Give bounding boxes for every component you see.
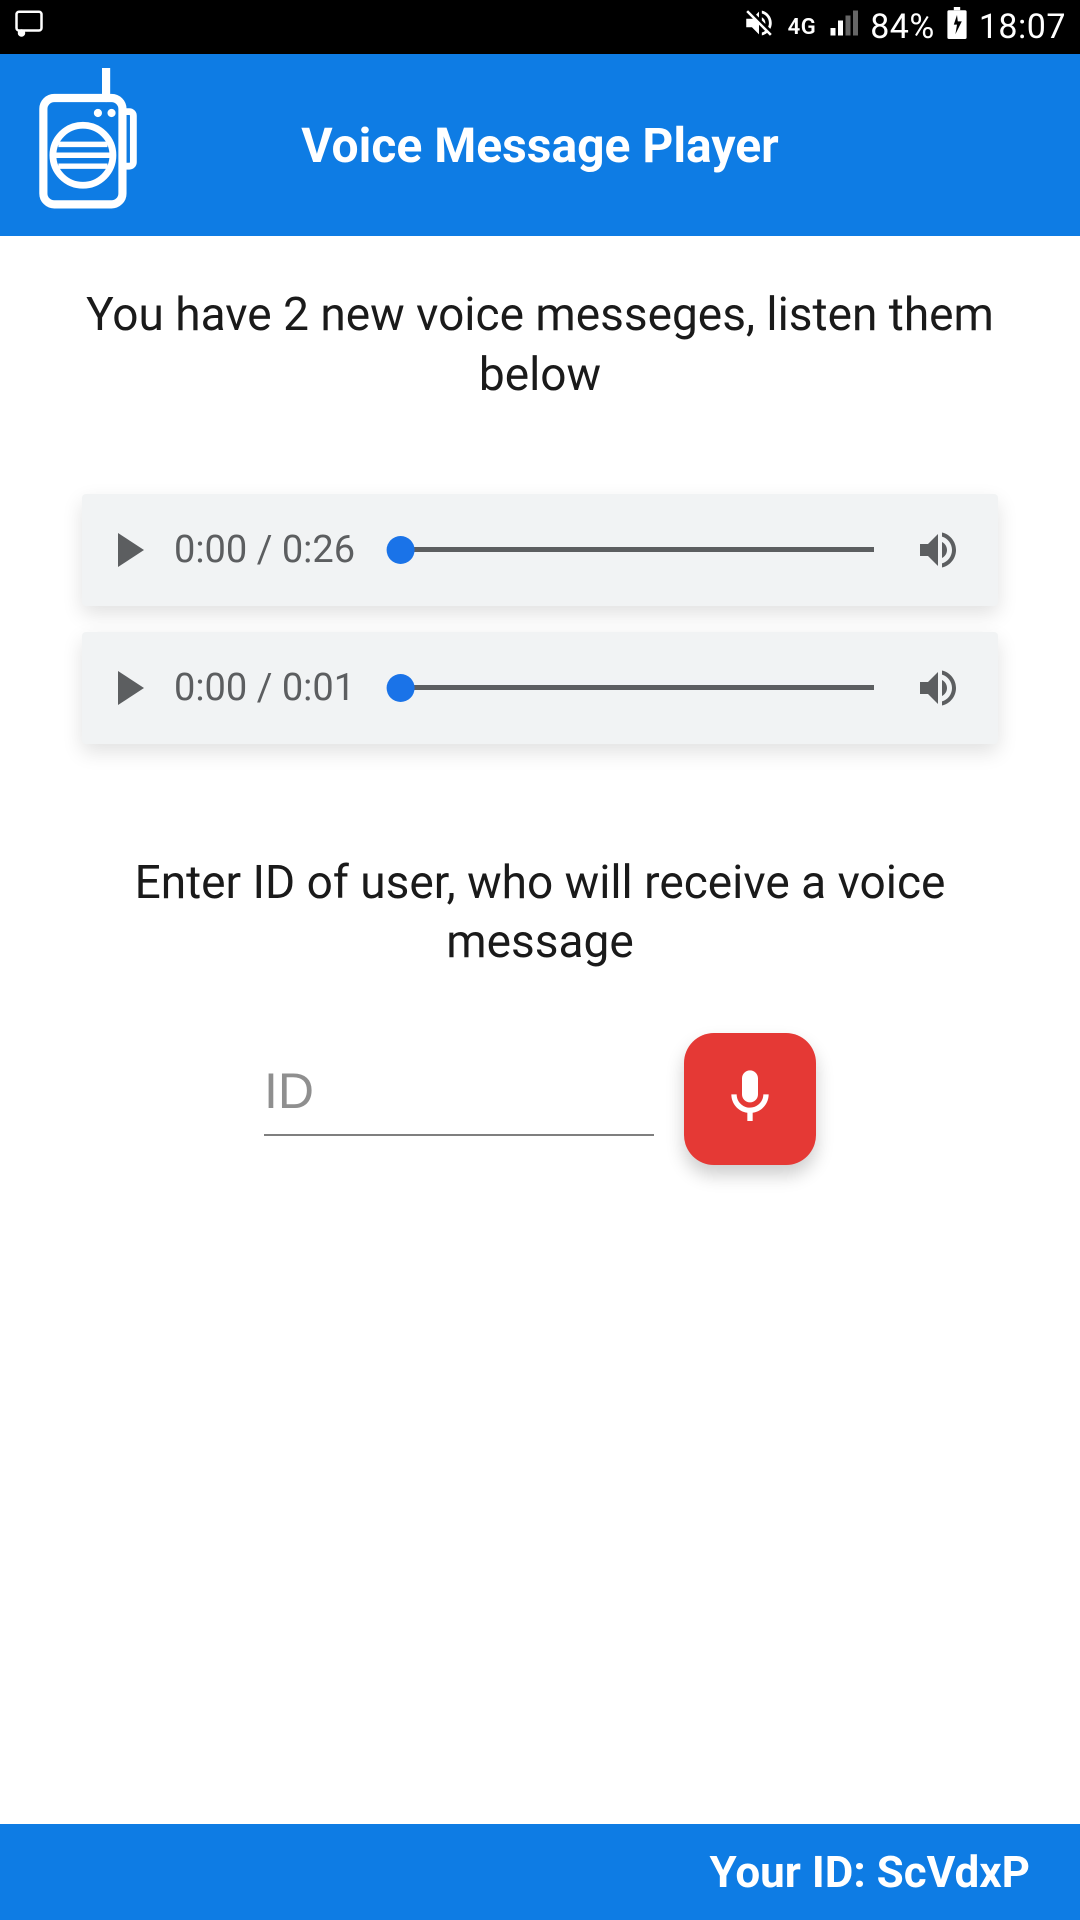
new-messages-text: You have 2 new voice messeges, listen th… — [40, 286, 1040, 406]
clock-time: 18:07 — [979, 7, 1066, 47]
signal-icon — [828, 7, 858, 47]
time-label: 0:00 / 0:01 — [174, 666, 355, 710]
status-bar: 4G 84% 18:07 — [0, 0, 1080, 54]
content: You have 2 new voice messeges, listen th… — [0, 286, 1080, 1165]
status-left — [14, 7, 44, 47]
time-label: 0:00 / 0:26 — [174, 528, 355, 572]
seek-bar[interactable] — [395, 685, 874, 690]
audio-players: 0:00 / 0:26 0:00 / 0:01 — [40, 494, 1040, 744]
footer: Your ID: ScVdxP — [0, 1824, 1080, 1920]
app-header: Voice Message Player — [0, 54, 1080, 236]
id-input-wrap — [264, 1062, 654, 1136]
id-input[interactable] — [264, 1062, 654, 1120]
network-4g-icon: 4G — [788, 15, 817, 40]
status-right: 4G 84% 18:07 — [742, 6, 1066, 49]
app-title: Voice Message Player — [301, 117, 779, 174]
microphone-icon — [718, 1065, 782, 1133]
seek-thumb[interactable] — [387, 536, 415, 564]
audio-player-1: 0:00 / 0:26 — [82, 494, 998, 606]
cast-icon — [14, 7, 44, 47]
volume-icon[interactable] — [914, 664, 962, 712]
seek-thumb[interactable] — [387, 674, 415, 702]
seek-bar[interactable] — [395, 547, 874, 552]
play-button[interactable] — [118, 671, 144, 705]
battery-percent: 84% — [870, 7, 935, 47]
vibrate-mute-icon — [742, 6, 776, 49]
play-button[interactable] — [118, 533, 144, 567]
audio-player-2: 0:00 / 0:01 — [82, 632, 998, 744]
id-row — [40, 1033, 1040, 1165]
battery-charging-icon — [947, 7, 967, 48]
record-button[interactable] — [684, 1033, 816, 1165]
radio-icon — [32, 68, 142, 222]
your-id-text: Your ID: ScVdxP — [709, 1846, 1030, 1898]
enter-id-text: Enter ID of user, who will receive a voi… — [40, 854, 1040, 974]
volume-icon[interactable] — [914, 526, 962, 574]
